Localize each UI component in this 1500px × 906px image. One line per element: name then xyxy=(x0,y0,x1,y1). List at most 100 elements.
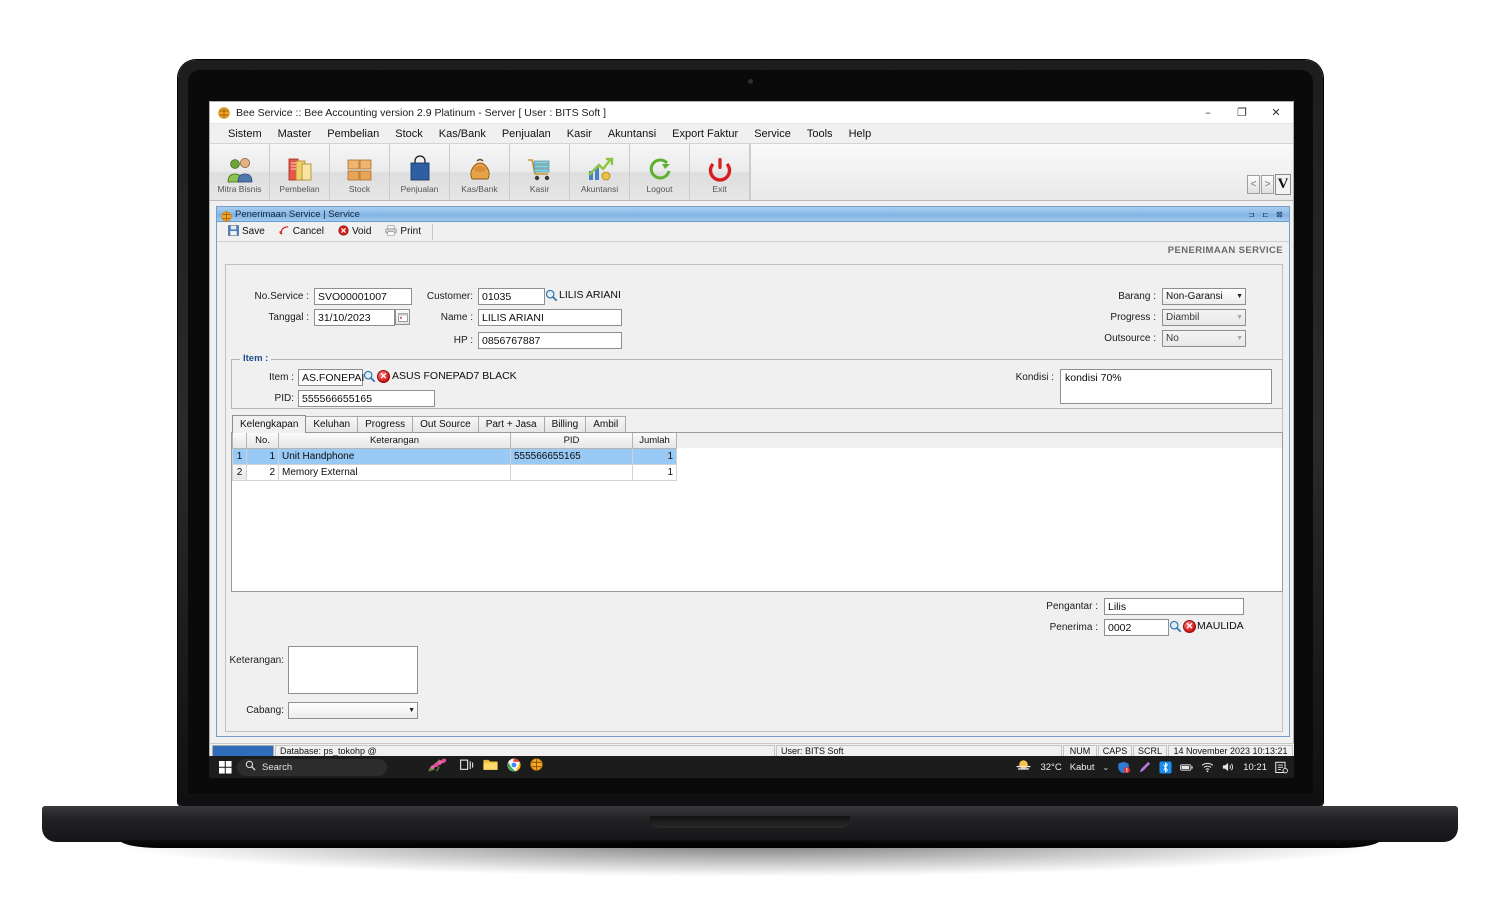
v-menu-button[interactable]: V xyxy=(1275,174,1291,195)
battery-icon[interactable] xyxy=(1180,761,1193,774)
bee-accounting-icon[interactable] xyxy=(530,758,543,776)
menu-kasir[interactable]: Kasir xyxy=(559,126,600,142)
menu-pembelian[interactable]: Pembelian xyxy=(319,126,387,142)
hp-input[interactable]: 0856767887 xyxy=(478,332,622,349)
barang-select[interactable]: Non-Garansi ▼ xyxy=(1162,288,1246,305)
tanggal-input[interactable]: 31/10/2023 xyxy=(314,309,395,326)
window-titlebar: Bee Service :: Bee Accounting version 2.… xyxy=(210,102,1293,124)
menu-tools[interactable]: Tools xyxy=(799,126,841,142)
pid-input[interactable]: 555566655165 xyxy=(298,390,435,407)
tab-ambil[interactable]: Ambil xyxy=(585,416,627,433)
kelengkapan-grid[interactable]: No. Keterangan PID Jumlah 1 1 Unit Handp… xyxy=(231,432,1283,592)
no-service-input[interactable]: SVO00001007 xyxy=(314,288,412,305)
cabang-select[interactable]: ▼ xyxy=(288,702,418,719)
tab-out-source[interactable]: Out Source xyxy=(412,416,479,433)
progress-select[interactable]: Diambil ▼ xyxy=(1162,309,1246,326)
toolbar-logout[interactable]: Logout xyxy=(630,144,690,200)
toolbar-exit[interactable]: Exit xyxy=(690,144,750,200)
customer-search-icon[interactable] xyxy=(545,289,558,307)
menu-sistem[interactable]: Sistem xyxy=(220,126,270,142)
toolbar-kas-bank[interactable]: Kas/Bank xyxy=(450,144,510,200)
row-header[interactable]: 1 xyxy=(232,447,247,465)
flower-wallpaper-icon[interactable] xyxy=(427,757,451,777)
row-header[interactable]: 2 xyxy=(232,463,247,481)
task-view-icon[interactable] xyxy=(460,758,474,776)
menu-export-faktur[interactable]: Export Faktur xyxy=(664,126,746,142)
file-explorer-icon[interactable] xyxy=(483,758,498,776)
print-button[interactable]: Print xyxy=(378,223,428,240)
chrome-icon[interactable] xyxy=(507,757,521,777)
barang-label: Barang : xyxy=(1118,291,1156,302)
search-input[interactable]: Search xyxy=(237,758,387,776)
wifi-icon[interactable] xyxy=(1201,761,1214,774)
security-icon[interactable] xyxy=(1117,761,1131,774)
volume-icon[interactable] xyxy=(1222,761,1235,774)
cancel-button[interactable]: Cancel xyxy=(272,223,331,240)
penerima-search-icon[interactable] xyxy=(1169,620,1182,638)
mdi-close-button[interactable]: ⊠ xyxy=(1274,209,1285,220)
item-search-icon[interactable] xyxy=(363,370,376,388)
notification-icon[interactable] xyxy=(1275,761,1288,774)
laptop-screen: Bee Service :: Bee Accounting version 2.… xyxy=(209,101,1294,778)
pen-icon[interactable] xyxy=(1138,761,1151,774)
penerima-code-input[interactable]: 0002 xyxy=(1104,619,1169,636)
mdi-maximize-button[interactable]: ⊏ xyxy=(1260,209,1271,220)
grid-col-keterangan[interactable]: Keterangan xyxy=(278,433,511,449)
toolbar-right-controls: < > V xyxy=(1247,174,1291,195)
menu-akuntansi[interactable]: Akuntansi xyxy=(600,126,664,142)
menu-master[interactable]: Master xyxy=(270,126,320,142)
tab-progress[interactable]: Progress xyxy=(357,416,414,433)
table-row[interactable]: 1 1 Unit Handphone 555566655165 1 xyxy=(232,447,1282,465)
toolbar-penjualan[interactable]: Penjualan xyxy=(390,144,450,200)
menu-stock[interactable]: Stock xyxy=(387,126,431,142)
barang-value: Non-Garansi xyxy=(1166,291,1223,302)
item-clear-icon[interactable]: ✕ xyxy=(377,370,390,383)
tab-kelengkapan[interactable]: Kelengkapan xyxy=(232,415,307,433)
toolbar-stock[interactable]: Stock xyxy=(330,144,390,200)
kondisi-textarea[interactable]: kondisi 70% xyxy=(1060,369,1272,404)
toolbar-pembelian[interactable]: Pembelian xyxy=(270,144,330,200)
mdi-restore-button[interactable]: ⊐ xyxy=(1246,209,1257,220)
toolbar-mitra-bisnis[interactable]: Mitra Bisnis xyxy=(210,144,270,200)
bluetooth-icon[interactable] xyxy=(1159,760,1172,774)
keterangan-textarea[interactable] xyxy=(288,646,418,694)
weather-haze-icon[interactable] xyxy=(1015,759,1032,775)
weather-temperature: 32°C xyxy=(1040,761,1062,773)
item-code-input[interactable]: AS.FONEPAI xyxy=(298,369,364,386)
customer-code-input[interactable]: 01035 xyxy=(478,288,545,305)
menu-service[interactable]: Service xyxy=(746,126,799,142)
power-icon xyxy=(703,153,737,183)
calendar-icon[interactable] xyxy=(395,309,410,325)
close-button[interactable]: ✕ xyxy=(1259,102,1293,124)
no-service-label: No.Service : xyxy=(254,291,309,302)
penerima-clear-icon[interactable]: ✕ xyxy=(1183,620,1196,633)
grid-col-jumlah[interactable]: Jumlah xyxy=(632,433,677,449)
taskbar-clock[interactable]: 10:21 xyxy=(1243,762,1267,773)
menu-help[interactable]: Help xyxy=(841,126,880,142)
nav-prev-button[interactable]: < xyxy=(1247,175,1260,194)
grid-col-no[interactable]: No. xyxy=(246,433,279,449)
tab-billing[interactable]: Billing xyxy=(543,416,587,433)
print-icon xyxy=(385,224,397,239)
main-toolbar: Mitra Bisnis Pembelian Stock Penjualan K… xyxy=(210,144,1293,201)
name-input[interactable]: LILIS ARIANI xyxy=(478,309,622,326)
tabstrip: Kelengkapan Keluhan Progress Out Source … xyxy=(232,415,627,433)
tab-part-jasa[interactable]: Part + Jasa xyxy=(477,416,545,433)
toolbar-kasir[interactable]: Kasir xyxy=(510,144,570,200)
pengantar-input[interactable]: Lilis xyxy=(1104,598,1244,615)
chevron-up-icon[interactable]: ⌄ xyxy=(1103,763,1110,772)
minimize-button[interactable]: – xyxy=(1191,102,1225,124)
save-button[interactable]: Save xyxy=(221,223,272,240)
table-row[interactable]: 2 2 Memory External 1 xyxy=(232,463,1282,481)
tab-keluhan[interactable]: Keluhan xyxy=(305,416,359,433)
void-button[interactable]: Void xyxy=(331,223,378,240)
chevron-down-icon: ▼ xyxy=(408,707,415,714)
grid-col-pid[interactable]: PID xyxy=(510,433,633,449)
outsource-select[interactable]: No ▼ xyxy=(1162,330,1246,347)
menu-kas-bank[interactable]: Kas/Bank xyxy=(431,126,494,142)
maximize-button[interactable]: ❐ xyxy=(1225,102,1259,124)
nav-next-button[interactable]: > xyxy=(1261,175,1274,194)
menu-penjualan[interactable]: Penjualan xyxy=(494,126,559,142)
windows-start-icon[interactable] xyxy=(213,760,237,774)
toolbar-akuntansi[interactable]: Akuntansi xyxy=(570,144,630,200)
